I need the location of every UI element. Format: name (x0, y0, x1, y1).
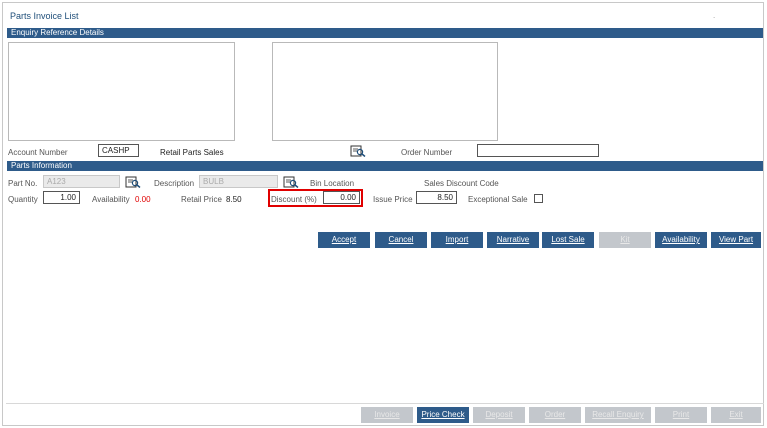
availability-value: 0.00 (135, 195, 151, 204)
parts-section-header: Parts Information (7, 161, 763, 171)
exit-button[interactable]: Exit (711, 407, 761, 423)
availability-button[interactable]: Availability (655, 232, 707, 248)
enquiry-reference-box-right[interactable] (272, 42, 498, 141)
account-number-label: Account Number (8, 148, 68, 157)
print-button[interactable]: Print (655, 407, 707, 423)
retail-price-value: 8.50 (226, 195, 242, 204)
issue-price-label: Issue Price (373, 195, 413, 204)
accept-button[interactable]: Accept (318, 232, 370, 248)
account-number-field[interactable]: CASHP (98, 144, 139, 157)
bin-location-label: Bin Location (310, 179, 355, 188)
issue-price-field[interactable]: 8.50 (416, 191, 457, 204)
lost-sale-button[interactable]: Lost Sale (542, 232, 594, 248)
narrative-button[interactable]: Narrative (487, 232, 539, 248)
footer-divider (6, 403, 764, 404)
exceptional-sale-label: Exceptional Sale (468, 195, 528, 204)
account-name-text: Retail Parts Sales (160, 148, 224, 157)
deposit-button[interactable]: Deposit (473, 407, 525, 423)
availability-label: Availability (92, 195, 130, 204)
discount-label: Discount (%) (271, 195, 317, 204)
enquiry-section-header: Enquiry Reference Details (7, 28, 763, 38)
order-number-label: Order Number (401, 148, 453, 157)
window-title-dot: . (713, 11, 716, 20)
exceptional-sale-checkbox[interactable] (534, 194, 543, 203)
order-button[interactable]: Order (529, 407, 581, 423)
invoice-button[interactable]: Invoice (361, 407, 413, 423)
price-check-button[interactable]: Price Check (417, 407, 469, 423)
import-button[interactable]: Import (431, 232, 483, 248)
sales-discount-code-label: Sales Discount Code (424, 179, 499, 188)
part-no-label: Part No. (8, 179, 38, 188)
enquiry-reference-box-left[interactable] (8, 42, 235, 141)
retail-price-label: Retail Price (181, 195, 222, 204)
part-no-field[interactable]: A123 (43, 175, 120, 188)
part-lookup-icon[interactable] (125, 176, 141, 188)
quantity-label: Quantity (8, 195, 38, 204)
view-part-button[interactable]: View Part (711, 232, 761, 248)
description-label: Description (154, 179, 195, 188)
order-number-field[interactable] (477, 144, 599, 157)
quantity-field[interactable]: 1.00 (43, 191, 80, 204)
kit-button[interactable]: Kit (599, 232, 651, 248)
parts-invoice-window: Parts Invoice List . Enquiry Reference D… (2, 2, 764, 426)
recall-enquiry-button[interactable]: Recall Enquiry (585, 407, 651, 423)
cancel-button[interactable]: Cancel (375, 232, 427, 248)
lookup-icon[interactable] (350, 145, 366, 157)
description-lookup-icon[interactable] (283, 176, 299, 188)
window-title: Parts Invoice List (10, 11, 79, 21)
discount-field[interactable]: 0.00 (323, 191, 360, 204)
description-field[interactable]: BULB (199, 175, 278, 188)
